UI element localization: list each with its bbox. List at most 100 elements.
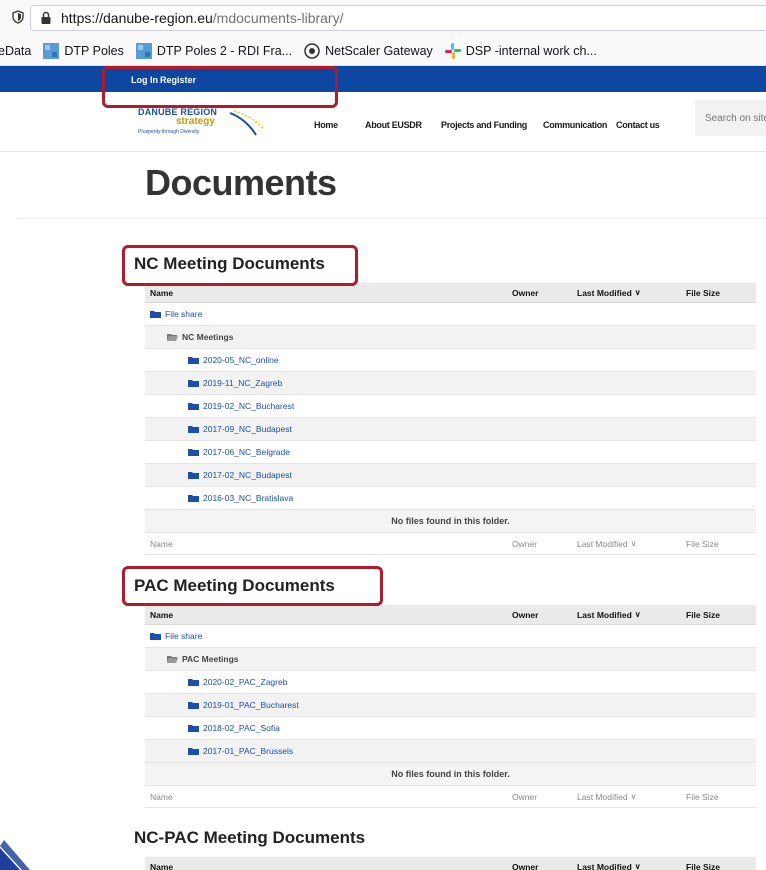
chevron-down-icon: ∨ [630, 792, 637, 801]
section-title-pac: PAC Meeting Documents [134, 576, 335, 595]
folder-row[interactable]: 2019-11_NC_Zagreb [145, 372, 756, 395]
nav-communication[interactable]: Communication [543, 120, 607, 130]
empty-folder-text: No files found in this folder. [391, 516, 510, 526]
folder-row[interactable]: 2020-05_NC_online [145, 349, 756, 372]
col-owner[interactable]: Owner [512, 283, 538, 302]
folder-icon [188, 471, 199, 479]
footer-col-modified[interactable]: Last Modified ∨ [577, 786, 636, 807]
footer-col-name[interactable]: Name [150, 786, 173, 807]
folder-open-icon [167, 655, 178, 663]
slack-icon [444, 42, 461, 59]
col-modified[interactable]: Last Modified ∨ [577, 857, 641, 870]
folder-row[interactable]: 2017-01_PAC_Brussels [145, 740, 756, 763]
footer-col-modified[interactable]: Last Modified ∨ [577, 533, 636, 554]
nav-home[interactable]: Home [314, 120, 338, 130]
col-modified[interactable]: Last Modified ∨ [577, 605, 641, 624]
chevron-down-icon: ∨ [634, 610, 641, 619]
folder-row-file-share[interactable]: File share [145, 303, 756, 326]
bookmark-netscaler[interactable]: NetScaler Gateway [304, 42, 433, 59]
sharepoint-icon [43, 42, 60, 59]
table-footer: Name Owner Last Modified ∨ File Size [145, 786, 756, 808]
nav-projects-and-funding[interactable]: Projects and Funding [441, 120, 527, 130]
nav-about-eusdr[interactable]: About EUSDR [365, 120, 422, 130]
site-top-bar: Log In Register [0, 66, 766, 92]
table-header: Name Owner Last Modified ∨ File Size [145, 283, 756, 303]
empty-folder-row: No files found in this folder. [145, 510, 756, 533]
nav-contact-us[interactable]: Contact us [616, 120, 660, 130]
section-title-nc-pac: NC-PAC Meeting Documents [134, 828, 366, 847]
sharepoint-icon [135, 42, 152, 59]
decorative-corner-shape [0, 840, 30, 870]
url-path: /mdocuments-library/ [212, 10, 344, 26]
col-owner[interactable]: Owner [512, 857, 538, 870]
chevron-down-icon: ∨ [634, 862, 641, 870]
folder-icon [150, 310, 161, 318]
folder-row[interactable]: 2017-02_NC_Budapest [145, 464, 756, 487]
bookmark-edata[interactable]: eData [0, 44, 31, 58]
login-link[interactable]: Log In [131, 75, 158, 85]
folder-icon [188, 747, 199, 755]
folder-row[interactable]: 2017-09_NC_Budapest [145, 418, 756, 441]
nc-documents-table: Name Owner Last Modified ∨ File Size File… [145, 283, 756, 555]
bookmark-label: DTP Poles 2 - RDI Fra... [156, 43, 293, 58]
folder-open-icon [167, 333, 178, 341]
col-size[interactable]: File Size [686, 857, 720, 870]
danube-region-logo[interactable]: DANUBE REGION strategy Prosperity throug… [138, 107, 268, 141]
table-header: Name Owner Last Modified ∨ File Size [145, 605, 756, 625]
logo-sub-text: strategy [176, 116, 215, 127]
folder-row[interactable]: 2016-03_NC_Bratislava [145, 487, 756, 510]
folder-name: 2016-03_NC_Bratislava [203, 493, 294, 503]
col-modified-label: Last Modified [577, 861, 632, 870]
register-link[interactable]: Register [160, 75, 196, 85]
folder-name: 2017-06_NC_Belgrade [203, 447, 290, 457]
folder-name: 2019-11_NC_Zagreb [203, 378, 283, 388]
col-size[interactable]: File Size [686, 283, 720, 302]
folder-name: File share [165, 309, 203, 319]
folder-row-pac-meetings[interactable]: PAC Meetings [145, 648, 756, 671]
shield-icon[interactable] [12, 10, 24, 24]
bookmark-label: DSP -internal work ch... [465, 43, 597, 58]
folder-row[interactable]: 2020-02_PAC_Zagreb [145, 671, 756, 694]
url-text: https://danube-region.eu/mdocuments-libr… [61, 10, 343, 26]
url-field[interactable]: https://danube-region.eu/mdocuments-libr… [30, 5, 766, 31]
nc-pac-documents-table: Name Owner Last Modified ∨ File Size [145, 857, 756, 870]
site-navbar: DANUBE REGION strategy Prosperity throug… [0, 92, 766, 152]
footer-col-name[interactable]: Name [150, 533, 173, 554]
folder-row[interactable]: 2019-01_PAC_Bucharest [145, 694, 756, 717]
folder-name: PAC Meetings [182, 654, 239, 664]
footer-col-size[interactable]: File Size [686, 533, 719, 554]
section-title-nc: NC Meeting Documents [134, 254, 325, 273]
folder-row[interactable]: 2019-02_NC_Bucharest [145, 395, 756, 418]
bookmark-dtp-poles-2[interactable]: DTP Poles 2 - RDI Fra... [135, 42, 293, 59]
folder-row-file-share[interactable]: File share [145, 625, 756, 648]
col-name[interactable]: Name [150, 857, 173, 870]
lock-icon[interactable] [39, 11, 53, 25]
bookmark-label: NetScaler Gateway [325, 43, 433, 58]
col-modified[interactable]: Last Modified ∨ [577, 283, 641, 302]
col-name[interactable]: Name [150, 283, 173, 302]
folder-icon [188, 425, 199, 433]
footer-col-owner[interactable]: Owner [512, 786, 537, 807]
folder-icon [188, 701, 199, 709]
folder-name: 2017-09_NC_Budapest [203, 424, 292, 434]
col-name[interactable]: Name [150, 605, 173, 624]
folder-name: 2020-05_NC_online [203, 355, 279, 365]
folder-icon [150, 632, 161, 640]
folder-row[interactable]: 2017-06_NC_Belgrade [145, 441, 756, 464]
bookmark-dsp[interactable]: DSP -internal work ch... [444, 42, 597, 59]
folder-name: 2017-01_PAC_Brussels [203, 746, 294, 756]
folder-name: 2020-02_PAC_Zagreb [203, 677, 288, 687]
footer-col-owner[interactable]: Owner [512, 533, 537, 554]
folder-row-nc-meetings[interactable]: NC Meetings [145, 326, 756, 349]
folder-name: 2017-02_NC_Budapest [203, 470, 292, 480]
folder-icon [188, 678, 199, 686]
page-title: Documents [145, 162, 337, 203]
folder-row[interactable]: 2018-02_PAC_Sofia [145, 717, 756, 740]
footer-col-size[interactable]: File Size [686, 786, 719, 807]
col-owner[interactable]: Owner [512, 605, 538, 624]
folder-name: 2019-02_NC_Bucharest [203, 401, 295, 411]
col-size[interactable]: File Size [686, 605, 720, 624]
site-search-input[interactable] [695, 100, 766, 136]
bookmark-dtp-poles[interactable]: DTP Poles [43, 42, 124, 59]
chevron-down-icon: ∨ [634, 288, 641, 297]
